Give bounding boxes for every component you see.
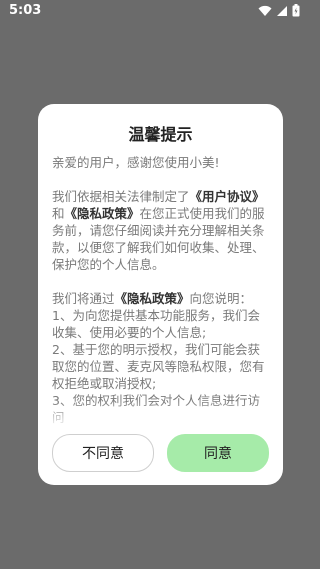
para1-and: 和: [52, 206, 65, 221]
signal-icon: [277, 5, 287, 16]
status-icons: [258, 4, 300, 17]
agree-button[interactable]: 同意: [167, 434, 269, 472]
para1-text-1: 我们依据相关法律制定了: [52, 189, 190, 204]
paragraph-agreements: 我们依据相关法律制定了《用户协议》和《隐私政策》在您正式使用我们的服务前，请您仔…: [52, 188, 269, 273]
dialog-title: 温馨提示: [128, 125, 193, 144]
user-agreement-link[interactable]: 《用户协议》: [190, 189, 265, 204]
status-bar: 5:03: [0, 0, 320, 22]
greeting-text: 亲爱的用户，感谢您使用小美!: [52, 155, 220, 170]
privacy-policy-link-2[interactable]: 《隐私政策》: [115, 291, 190, 306]
disagree-button[interactable]: 不同意: [52, 434, 154, 472]
privacy-dialog: 温馨提示 亲爱的用户，感谢您使用小美! 我们依据相关法律制定了《用户协议》和《隐…: [38, 104, 283, 485]
battery-icon: [292, 4, 300, 17]
navigation-bar: [0, 541, 320, 569]
para2-text-2: 向您说明：: [189, 291, 253, 306]
para2-text-1: 我们将通过: [52, 291, 115, 306]
status-time: 5:03: [9, 3, 42, 18]
dialog-buttons: 不同意 同意: [52, 434, 269, 472]
list-item: 1、为向您提供基本功能服务，我们会收集、使用必要的个人信息;: [52, 308, 260, 340]
privacy-policy-link[interactable]: 《隐私政策》: [65, 206, 140, 221]
paragraph-privacy: 我们将通过《隐私政策》向您说明：: [52, 290, 269, 307]
wifi-icon: [258, 5, 272, 16]
list-item: 2、基于您的明示授权，我们可能会获取您的位置、麦克风等隐私权限，您有权拒绝或取消…: [52, 342, 265, 391]
